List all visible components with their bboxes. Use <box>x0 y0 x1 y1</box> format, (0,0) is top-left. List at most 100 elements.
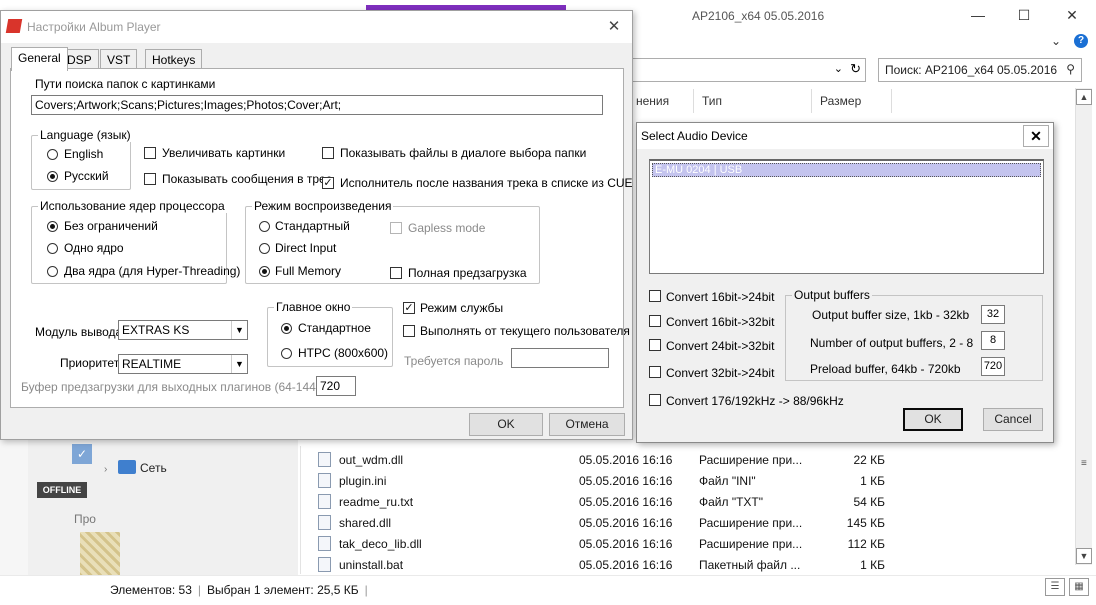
pb-full-memory-label: Full Memory <box>275 264 342 278</box>
explorer-title: AP2106_x64 05.05.2016 <box>692 9 825 23</box>
offline-badge: OFFLINE <box>37 482 87 498</box>
folder-dialog-files-checkbox[interactable] <box>322 147 334 159</box>
preload-buffer-label: Буфер предзагрузки для выходных плагинов… <box>21 380 342 394</box>
chevron-down-icon[interactable]: ▼ <box>231 355 247 373</box>
details-view-icon[interactable]: ☰ <box>1045 578 1065 596</box>
convert-16-32-label: Convert 16bit->32bit <box>666 315 775 329</box>
cpu-one-radio[interactable] <box>47 243 58 254</box>
vertical-scrollbar[interactable]: ▲ ≡ ▼ <box>1075 88 1092 565</box>
lang-english-radio[interactable] <box>47 149 58 160</box>
artist-after-title-checkbox[interactable] <box>322 177 334 189</box>
enlarge-images-checkbox[interactable] <box>144 147 156 159</box>
table-row[interactable]: shared.dll 05.05.2016 16:16 Расширение при… <box>318 512 898 533</box>
output-module-value: EXTRAS KS <box>122 323 190 337</box>
network-icon <box>118 460 136 474</box>
pb-direct-radio[interactable] <box>259 243 270 254</box>
refresh-icon[interactable]: ↻ <box>850 61 861 77</box>
cancel-button[interactable]: Cancel <box>983 408 1043 431</box>
table-row[interactable]: plugin.ini 05.05.2016 16:16 Файл "INI" 1 КБ <box>318 470 898 491</box>
search-icon[interactable]: ⚲ <box>1066 62 1075 76</box>
close-icon[interactable]: ✕ <box>1023 125 1049 147</box>
file-date: 05.05.2016 16:16 <box>579 516 673 530</box>
cpu-unlimited-radio[interactable] <box>47 221 58 232</box>
table-row[interactable]: out_wdm.dll 05.05.2016 16:16 Расширение пр… <box>318 449 898 470</box>
priority-select[interactable]: REALTIME ▼ <box>118 354 248 374</box>
preload-input[interactable]: 720 <box>981 357 1005 376</box>
tab-hotkeys[interactable]: Hotkeys <box>145 49 203 69</box>
gapless-checkbox[interactable] <box>390 222 402 234</box>
scroll-thumb[interactable]: ≡ <box>1081 458 1087 469</box>
table-row[interactable]: uninstall.bat 05.05.2016 16:16 Пакетный фа… <box>318 554 898 575</box>
device-list[interactable]: E-MU 0204 | USB <box>649 159 1044 274</box>
tray-messages-label: Показывать сообщения в трее <box>162 172 333 186</box>
convert-176-checkbox[interactable] <box>649 394 661 406</box>
preload-buffer-input[interactable]: 720 <box>316 376 356 396</box>
scroll-up-icon[interactable]: ▲ <box>1076 89 1092 105</box>
column-header-date[interactable]: нения <box>628 89 694 113</box>
mw-standard-radio[interactable] <box>281 323 292 334</box>
close-icon[interactable]: ✕ <box>601 17 627 37</box>
lang-russian-radio[interactable] <box>47 171 58 182</box>
status-text: Элементов: 53 | Выбран 1 элемент: 25,5 КБ | <box>110 583 368 597</box>
maximize-icon[interactable]: ☐ <box>1004 4 1044 26</box>
pb-standard-radio[interactable] <box>259 221 270 232</box>
password-input[interactable] <box>511 348 609 368</box>
tree-item-label: Сеть <box>140 461 167 475</box>
file-date: 05.05.2016 16:16 <box>579 453 673 467</box>
convert-24-32-label: Convert 24bit->32bit <box>666 339 775 353</box>
mw-standard-label: Стандартное <box>298 321 371 335</box>
pb-full-memory-radio[interactable] <box>259 266 270 277</box>
table-row[interactable]: tak_deco_lib.dll 05.05.2016 16:16 Расширен… <box>318 533 898 554</box>
table-row[interactable]: readme_ru.txt 05.05.2016 16:16 Файл "TXT" 5… <box>318 491 898 512</box>
run-as-user-checkbox[interactable] <box>403 325 415 337</box>
file-date: 05.05.2016 16:16 <box>579 558 673 572</box>
output-module-select[interactable]: EXTRAS KS ▼ <box>118 320 248 340</box>
chevron-down-icon[interactable]: ⌄ <box>834 62 843 75</box>
partial-text: Про <box>74 512 96 526</box>
search-text: Поиск: AP2106_x64 05.05.2016 <box>885 63 1058 77</box>
full-preload-checkbox[interactable] <box>390 267 402 279</box>
tree-item-network[interactable]: › Сеть <box>104 460 167 475</box>
convert-24-32-checkbox[interactable] <box>649 339 661 351</box>
convert-16-32-checkbox[interactable] <box>649 315 661 327</box>
ob-count-input[interactable]: 8 <box>981 331 1005 350</box>
tray-messages-checkbox[interactable] <box>144 173 156 185</box>
tiles-view-icon[interactable]: ▦ <box>1069 578 1089 596</box>
cancel-button[interactable]: Отмена <box>549 413 625 436</box>
device-item[interactable]: E-MU 0204 | USB <box>652 163 1041 177</box>
address-bar[interactable]: ⌄ ↻ <box>632 58 866 82</box>
tab-vst[interactable]: VST <box>100 49 138 69</box>
run-as-user-label: Выполнять от текущего пользователя <box>420 324 630 338</box>
chevron-right-icon[interactable]: › <box>104 464 118 475</box>
ok-button[interactable]: OK <box>469 413 543 436</box>
playback-group-title: Режим воспроизведения <box>252 199 394 213</box>
ob-size-label: Output buffer size, 1kb - 32kb <box>812 308 970 322</box>
help-icon[interactable]: ? <box>1074 34 1088 48</box>
column-header-size[interactable]: Размер <box>812 89 892 113</box>
search-paths-input[interactable]: Covers;Artwork;Scans;Pictures;Images;Pho… <box>31 95 603 115</box>
ok-button[interactable]: OK <box>903 408 963 431</box>
convert-16-24-checkbox[interactable] <box>649 290 661 302</box>
file-type: Файл "INI" <box>699 474 756 488</box>
artist-after-title-label: Исполнитель после названия трека в списк… <box>340 176 633 190</box>
file-size: 1 КБ <box>860 558 885 572</box>
convert-32-24-checkbox[interactable] <box>649 366 661 378</box>
column-header-type[interactable]: Тип <box>694 89 812 113</box>
full-preload-label: Полная предзагрузка <box>408 266 527 280</box>
convert-32-24-label: Convert 32bit->24bit <box>666 366 775 380</box>
general-tab-panel: Пути поиска папок с картинками Covers;Ar… <box>10 68 633 408</box>
ob-size-input[interactable]: 32 <box>981 305 1005 324</box>
minimize-icon[interactable]: — <box>958 4 998 26</box>
service-mode-checkbox[interactable] <box>403 302 415 314</box>
audio-dialog-title: Select Audio Device <box>641 129 748 143</box>
close-icon[interactable]: ✕ <box>1052 4 1092 26</box>
tab-general[interactable]: General <box>11 47 68 71</box>
ribbon-collapse-icon[interactable]: ⌄ <box>1051 34 1061 48</box>
password-label: Требуется пароль <box>404 354 504 368</box>
search-input[interactable]: Поиск: AP2106_x64 05.05.2016 ⚲ <box>878 58 1082 82</box>
cpu-two-radio[interactable] <box>47 266 58 277</box>
mw-htpc-radio[interactable] <box>281 348 292 359</box>
chevron-down-icon[interactable]: ▼ <box>231 321 247 339</box>
ob-count-label: Number of output buffers, 2 - 8 <box>810 336 974 350</box>
scroll-down-icon[interactable]: ▼ <box>1076 548 1092 564</box>
